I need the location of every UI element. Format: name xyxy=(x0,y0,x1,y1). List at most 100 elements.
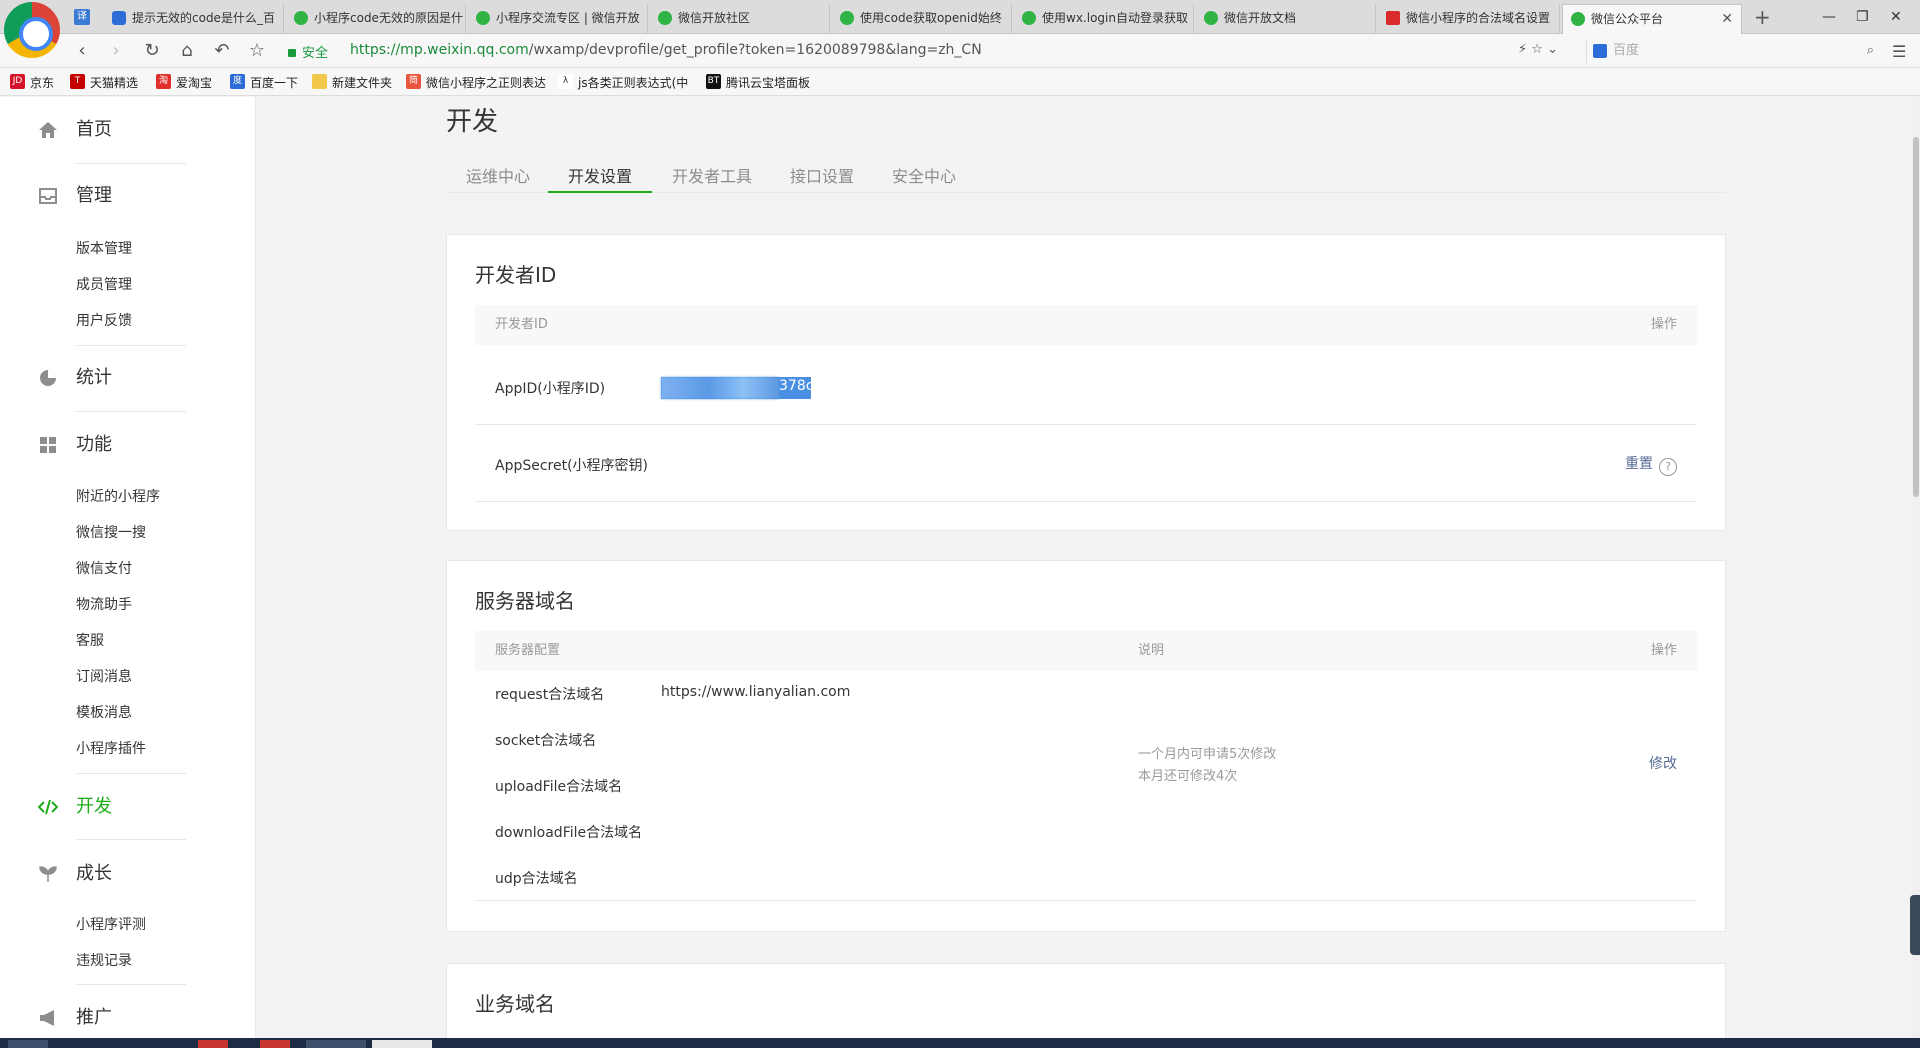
sidebar: 首页 管理 版本管理 成员管理 用户反馈 统计 功能 附近的小程序 微信搜一搜 … xyxy=(0,97,256,1038)
appsecret-label: AppSecret(小程序密钥) xyxy=(495,458,649,474)
close-window-icon[interactable]: ✕ xyxy=(1890,4,1902,30)
translate-icon[interactable]: 译 xyxy=(74,9,90,25)
bookmark-item[interactable]: λ js各类正则表达式(中 xyxy=(558,74,688,91)
taskbar xyxy=(0,1038,1920,1048)
minimize-icon[interactable]: — xyxy=(1822,4,1836,30)
sidebar-item-review[interactable]: 小程序评测 xyxy=(76,914,146,934)
col-operation: 操作 xyxy=(1650,317,1677,332)
pie-chart-icon xyxy=(40,370,56,386)
browser-logo-icon[interactable] xyxy=(4,2,60,58)
browser-tab[interactable]: 提示无效的code是什么_百 xyxy=(104,4,284,34)
nav-growth-label: 成长 xyxy=(76,863,112,884)
sidebar-item-service[interactable]: 客服 xyxy=(76,630,104,650)
appid-value[interactable]: 378c xyxy=(661,377,813,399)
nav-home[interactable]: 首页 xyxy=(38,115,112,145)
search-icon[interactable]: ⌕ xyxy=(1867,39,1874,63)
secure-label: 安全 xyxy=(302,46,329,61)
nav-promote[interactable]: 推广 xyxy=(38,1003,112,1033)
home-icon[interactable]: ⌂ xyxy=(175,39,199,63)
tab-dev-settings[interactable]: 开发设置 xyxy=(548,163,653,193)
sidebar-item-subscribe[interactable]: 订阅消息 xyxy=(76,666,132,686)
menu-icon[interactable]: ☰ xyxy=(1892,42,1906,61)
url-path: /wxamp/devprofile/get_profile?token=1620… xyxy=(528,42,982,58)
sidebar-item-members[interactable]: 成员管理 xyxy=(76,274,132,294)
bookmark-item[interactable]: JD 京东 xyxy=(10,74,54,91)
bookmark-item[interactable]: 淘爱淘宝 xyxy=(156,74,212,91)
tab-dev-tools[interactable]: 开发者工具 xyxy=(652,163,772,193)
reset-button[interactable]: 重置 xyxy=(1625,456,1653,472)
baidu-icon xyxy=(1593,44,1607,58)
taskbar-item[interactable] xyxy=(260,1040,290,1048)
search-input[interactable]: 百度 ⌕ xyxy=(1586,39,1876,63)
baidu-favicon-icon xyxy=(112,11,126,25)
browser-tab-active[interactable]: 微信公众平台 ✕ xyxy=(1562,4,1742,34)
sidebar-item-plugin[interactable]: 小程序插件 xyxy=(76,738,146,758)
modify-button[interactable]: 修改 xyxy=(1649,753,1677,773)
bookmark-item[interactable]: T 天猫精选 xyxy=(70,74,138,91)
code-icon xyxy=(38,799,58,815)
server-domain-card: 服务器域名 服务器配置 说明 操作 request合法域名 https://ww… xyxy=(446,560,1726,932)
sidebar-item-pay[interactable]: 微信支付 xyxy=(76,558,132,578)
nav-dev[interactable]: 开发 xyxy=(38,792,112,822)
lock-icon xyxy=(288,49,296,57)
col-dev-id: 开发者ID xyxy=(495,317,548,332)
sidebar-item-version[interactable]: 版本管理 xyxy=(76,238,132,258)
reload-icon[interactable]: ↻ xyxy=(140,39,164,63)
bookmark-item[interactable]: 新建文件夹 xyxy=(312,74,392,91)
browser-tab[interactable]: 小程序交流专区 | 微信开放 xyxy=(468,4,648,34)
nav-features[interactable]: 功能 xyxy=(38,430,112,460)
browser-tab[interactable]: 微信开放社区 xyxy=(650,4,830,34)
browser-tab[interactable]: 使用wx.login自动登录获取 xyxy=(1014,4,1194,34)
close-tab-icon[interactable]: ✕ xyxy=(1721,5,1733,33)
sidebar-item-logistics[interactable]: 物流助手 xyxy=(76,594,132,614)
sidebar-item-search[interactable]: 微信搜一搜 xyxy=(76,522,146,542)
bookmark-star-icon[interactable]: ☆ xyxy=(1531,42,1543,57)
col-operation: 操作 xyxy=(1650,643,1677,658)
bookmark-item[interactable]: 度百度一下 xyxy=(230,74,298,91)
sidebar-item-violations[interactable]: 违规记录 xyxy=(76,950,132,970)
dropdown-chevron-icon[interactable]: ⌄ xyxy=(1547,42,1558,57)
back-icon[interactable]: ‹ xyxy=(70,39,94,63)
tab-api-settings[interactable]: 接口设置 xyxy=(770,163,874,193)
tab-security[interactable]: 安全中心 xyxy=(872,163,976,193)
search-placeholder: 百度 xyxy=(1613,43,1640,58)
folder-icon xyxy=(312,74,327,89)
sidebar-item-feedback[interactable]: 用户反馈 xyxy=(76,310,132,330)
sidebar-item-template[interactable]: 模板消息 xyxy=(76,702,132,722)
side-widget-handle[interactable] xyxy=(1910,895,1920,955)
start-button[interactable] xyxy=(8,1040,48,1048)
tab-label: 使用code获取openid始终 xyxy=(860,11,1002,25)
taskbar-item-active[interactable] xyxy=(372,1040,432,1048)
wechat-favicon-icon xyxy=(294,11,308,25)
star-icon[interactable]: ☆ xyxy=(245,39,269,63)
url-input[interactable]: https://mp.weixin.qq.com/wxamp/devprofil… xyxy=(350,42,982,58)
tab-ops[interactable]: 运维中心 xyxy=(446,163,550,193)
browser-tab[interactable]: 微信小程序的合法域名设置 xyxy=(1378,4,1560,34)
lightning-icon[interactable]: ⚡ xyxy=(1518,42,1527,57)
bookmark-label: 天猫精选 xyxy=(90,76,139,90)
taskbar-item[interactable] xyxy=(306,1040,366,1048)
browser-tab[interactable]: 微信开放文档 xyxy=(1196,4,1376,34)
nav-growth[interactable]: 成长 xyxy=(38,859,112,889)
forward-icon[interactable]: › xyxy=(104,39,128,63)
new-tab-icon[interactable]: + xyxy=(1754,4,1771,30)
restore-icon[interactable]: ❐ xyxy=(1856,4,1869,30)
scrollbar-thumb[interactable] xyxy=(1913,137,1919,497)
bookmark-item[interactable]: BT 腾讯云宝塔面板 xyxy=(706,74,810,91)
browser-tab[interactable]: 使用code获取openid始终 xyxy=(832,4,1012,34)
secure-indicator[interactable]: 安全 xyxy=(288,42,328,61)
divider xyxy=(76,411,186,412)
developer-id-table-header: 开发者ID 操作 xyxy=(475,305,1697,345)
bookmark-label: js各类正则表达式(中 xyxy=(578,76,689,90)
undo-icon[interactable]: ↶ xyxy=(210,39,234,63)
jd-icon: JD xyxy=(10,74,25,89)
bookmark-item[interactable]: 简微信小程序之正则表达 xyxy=(406,74,546,91)
sidebar-item-nearby[interactable]: 附近的小程序 xyxy=(76,486,160,506)
nav-manage[interactable]: 管理 xyxy=(38,181,112,211)
inbox-icon xyxy=(39,188,57,204)
taskbar-item[interactable] xyxy=(198,1040,228,1048)
help-icon[interactable]: ? xyxy=(1659,458,1677,476)
nav-stats[interactable]: 统计 xyxy=(38,363,112,393)
browser-tab[interactable]: 小程序code无效的原因是什 xyxy=(286,4,466,34)
business-domain-card: 业务域名 xyxy=(446,963,1726,1038)
